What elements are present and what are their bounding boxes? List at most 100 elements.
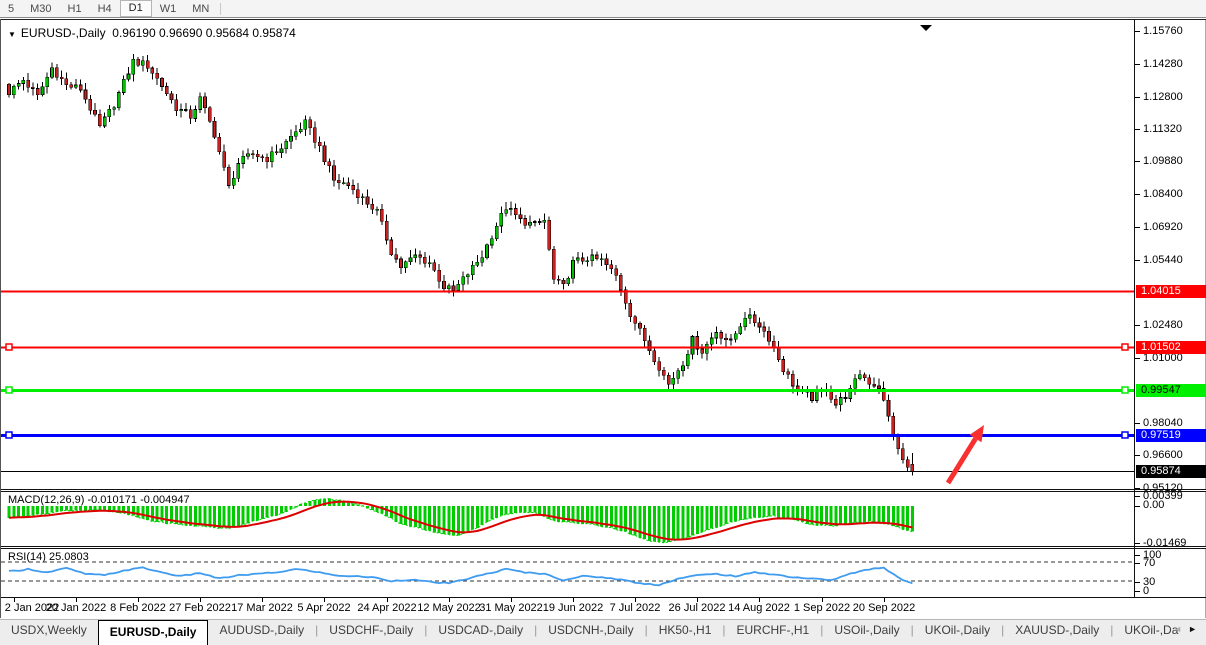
candle-up (495, 226, 498, 239)
candle-down (419, 255, 422, 257)
candle-up (591, 255, 594, 261)
tab-audusd-daily[interactable]: AUDUSD-,Daily (208, 620, 315, 642)
timeframe-button-m30[interactable]: M30 (22, 1, 59, 17)
chart-tab-bar: USDX,WeeklyEURUSD-,DailyAUDUSD-,Daily|US… (0, 619, 1206, 645)
candle-up (46, 77, 49, 87)
tab-usdcnh-daily[interactable]: USDCNH-,Daily (537, 620, 644, 642)
macd-bar (768, 506, 771, 516)
candlestick-chart-canvas[interactable] (1, 19, 1134, 489)
tab-scroll-right-icon[interactable]: ► (1188, 624, 1203, 634)
tab-eurusd-daily[interactable]: EURUSD-,Daily (98, 620, 209, 645)
tab-usdcad-daily[interactable]: USDCAD-,Daily (427, 620, 534, 642)
macd-bar (725, 506, 728, 524)
candle-up (285, 141, 288, 148)
macd-bar (763, 506, 766, 517)
candle-up (361, 197, 364, 198)
chart-shift-marker-icon[interactable] (920, 25, 932, 31)
tab-usdchf-daily[interactable]: USDCHF-,Daily (318, 620, 424, 642)
macd-bar (696, 506, 699, 534)
rsi-tick-dash (1135, 582, 1140, 583)
hline-handle[interactable] (1122, 432, 1128, 438)
hline-handle[interactable] (6, 344, 12, 350)
candle-down (782, 360, 785, 372)
candle-up (242, 156, 245, 163)
trading-terminal-window: 5M30H1H4D1W1MN ▼EURUSD-,Daily 0.96190 0.… (0, 0, 1206, 645)
macd-bar (8, 506, 11, 518)
candle-down (323, 146, 326, 162)
candle-up (103, 117, 106, 126)
candle-down (514, 209, 517, 215)
candle-down (313, 128, 316, 142)
tab-hk50-h1[interactable]: HK50-,H1 (648, 620, 723, 642)
candle-down (218, 137, 221, 152)
candle-up (51, 68, 54, 78)
candle-up (22, 80, 25, 83)
candle-down (27, 80, 30, 87)
candle-down (256, 154, 259, 157)
timeframe-button-mn[interactable]: MN (184, 1, 217, 17)
hline-handle[interactable] (1122, 387, 1128, 393)
tab-scroll-left-icon[interactable]: ◄ (1173, 624, 1188, 634)
candle-down (318, 142, 321, 146)
candle-up (409, 258, 412, 262)
tab-xauusd-daily[interactable]: XAUUSD-,Daily (1004, 620, 1110, 642)
date-axis[interactable]: 2 Jan 202220 Jan 20228 Feb 202227 Feb 20… (1, 598, 1206, 618)
timeframe-button-h4[interactable]: H4 (90, 1, 120, 17)
timeframe-button-h1[interactable]: H1 (60, 1, 90, 17)
candle-down (356, 190, 359, 198)
rsi-indicator-canvas[interactable] (1, 549, 1134, 597)
chart-window[interactable]: ▼EURUSD-,Daily 0.96190 0.96690 0.95684 0… (0, 19, 1206, 618)
candle-down (385, 221, 388, 240)
candle-down (161, 78, 164, 86)
candle-up (739, 327, 742, 334)
macd-bar (22, 506, 25, 517)
macd-bar (720, 506, 723, 526)
price-tick-dash (1135, 358, 1140, 359)
candle-down (552, 249, 555, 279)
candle-down (261, 157, 264, 158)
candle-up (839, 398, 842, 405)
price-line-label-0.97519: 0.97519 (1136, 429, 1206, 442)
macd-bar (557, 506, 560, 522)
macd-bar (734, 506, 737, 521)
macd-tick-dash (1135, 543, 1140, 544)
symbol-dropdown-icon[interactable]: ▼ (8, 30, 16, 39)
candle-up (672, 378, 675, 384)
hline-handle[interactable] (1122, 344, 1128, 350)
candle-down (897, 436, 900, 448)
tab-ukoil-daily[interactable]: UKOil-,Daily (914, 620, 1001, 642)
price-tick-dash (1135, 260, 1140, 261)
candle-down (619, 275, 622, 290)
candle-up (447, 286, 450, 289)
candle-down (667, 375, 670, 384)
hline-handle[interactable] (6, 432, 12, 438)
candle-down (438, 270, 441, 281)
candle-down (380, 209, 383, 221)
timeframe-button-d1[interactable]: D1 (120, 0, 152, 17)
tab-usoil-daily[interactable]: USOil-,Daily (823, 620, 910, 642)
timeframe-button-5[interactable]: 5 (0, 1, 22, 17)
candle-up (117, 93, 120, 108)
macd-bar (854, 506, 857, 522)
candle-down (189, 110, 192, 119)
tab-eurchf-h1[interactable]: EURCHF-,H1 (726, 620, 821, 642)
macd-bar (141, 506, 144, 519)
arrow-shaft[interactable] (948, 439, 976, 483)
candle-down (892, 416, 895, 436)
candle-up (108, 109, 111, 117)
price-tick-label: 1.15760 (1143, 25, 1183, 37)
candle-down (720, 333, 723, 339)
timeframe-button-w1[interactable]: W1 (152, 1, 185, 17)
macd-bar (280, 506, 283, 513)
price-tick-label: 1.06920 (1143, 221, 1183, 233)
tab-usdx-weekly[interactable]: USDX,Weekly (0, 620, 98, 642)
macd-bar (247, 506, 250, 523)
macd-bar (352, 503, 355, 506)
candle-down (146, 61, 149, 68)
hline-handle[interactable] (6, 387, 12, 393)
price-tick-label: 1.08400 (1143, 188, 1183, 200)
candle-down (524, 219, 527, 226)
candle-up (462, 277, 465, 284)
macd-bar (466, 506, 469, 531)
candle-up (486, 245, 489, 258)
